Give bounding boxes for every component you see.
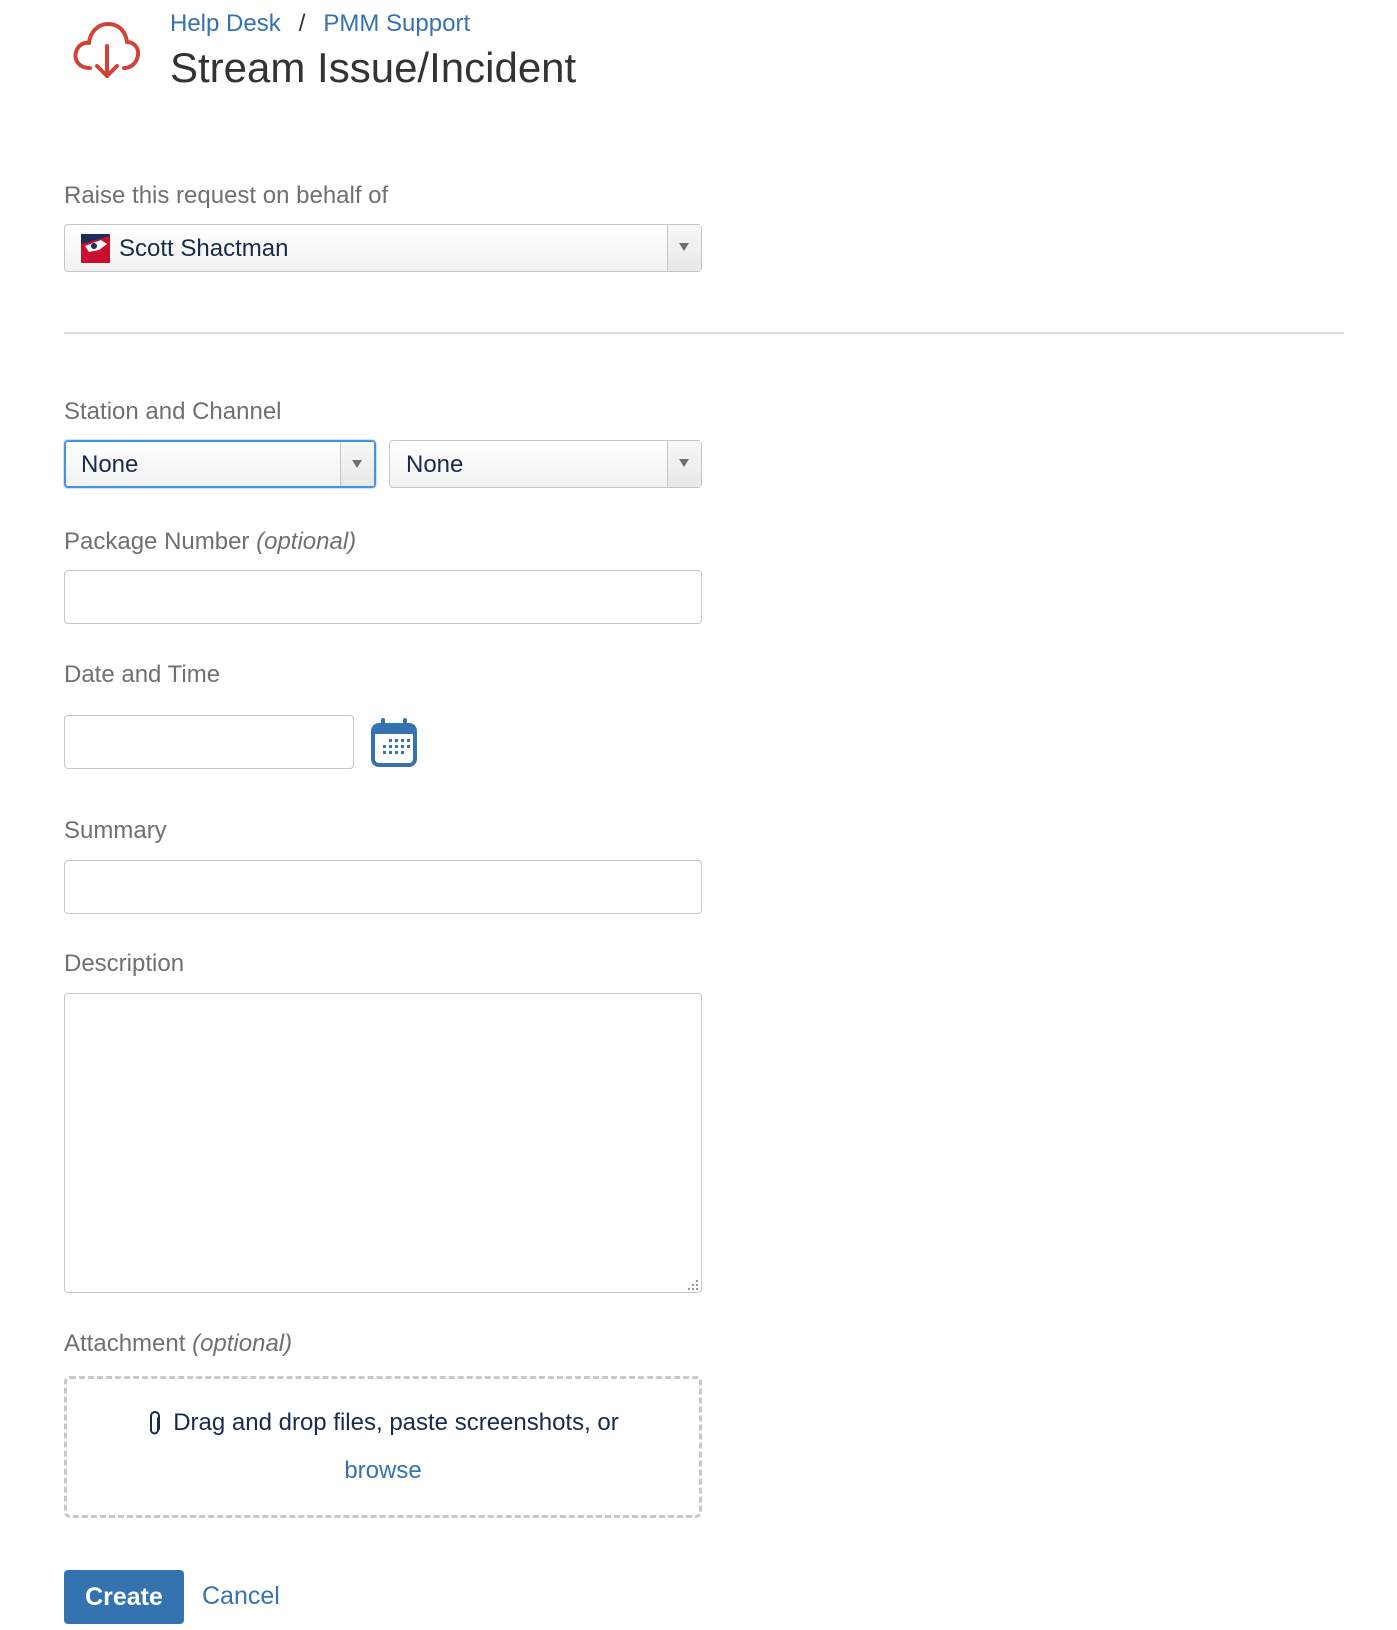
station-value: None <box>81 451 139 478</box>
breadcrumb-separator: / <box>298 10 306 37</box>
page-header: Help Desk / PMM Support Stream Issue/Incid… <box>0 0 1397 120</box>
triangle-down-icon <box>352 460 362 468</box>
summary-input[interactable] <box>64 860 702 914</box>
breadcrumb-pmm-support[interactable]: PMM Support <box>323 10 470 37</box>
date-time-input[interactable] <box>64 715 354 769</box>
dropdown-arrow[interactable] <box>340 442 374 486</box>
calendar-icon[interactable] <box>370 718 418 768</box>
on-behalf-select[interactable]: Scott Shactman <box>64 224 702 272</box>
package-number-label: Package Number (optional) <box>64 528 356 556</box>
on-behalf-value: Scott Shactman <box>119 235 289 262</box>
dropzone-text: Drag and drop files, paste screenshots, … <box>173 1409 619 1436</box>
resize-grip-icon[interactable] <box>684 1276 700 1292</box>
cloud-download-icon <box>73 22 141 78</box>
breadcrumb-help-desk[interactable]: Help Desk <box>170 10 281 37</box>
channel-select[interactable]: None <box>389 440 702 488</box>
create-button[interactable]: Create <box>64 1570 184 1624</box>
attachment-label: Attachment (optional) <box>64 1330 292 1358</box>
paperclip-icon <box>150 1410 161 1435</box>
date-time-label: Date and Time <box>64 661 221 688</box>
section-divider <box>64 332 1344 334</box>
attachment-dropzone[interactable]: Drag and drop files, paste screenshots, … <box>64 1376 702 1518</box>
summary-label: Summary <box>64 817 167 844</box>
station-select[interactable]: None <box>64 440 376 488</box>
optional-tag: (optional) <box>256 528 357 555</box>
dropdown-arrow[interactable] <box>667 441 701 487</box>
description-textarea[interactable] <box>64 993 702 1293</box>
triangle-down-icon <box>679 243 689 251</box>
browse-link[interactable]: browse <box>67 1457 699 1485</box>
package-number-input[interactable] <box>64 570 702 624</box>
package-number-label-text: Package Number <box>64 528 250 555</box>
cancel-link[interactable]: Cancel <box>202 1582 280 1611</box>
triangle-down-icon <box>679 459 689 467</box>
channel-value: None <box>406 451 464 478</box>
dropdown-arrow[interactable] <box>667 225 701 271</box>
dropzone-text-line: Drag and drop files, paste screenshots, … <box>67 1409 699 1437</box>
description-label: Description <box>64 950 185 977</box>
optional-tag: (optional) <box>192 1330 293 1357</box>
page-title: Stream Issue/Incident <box>170 44 577 91</box>
on-behalf-label: Raise this request on behalf of <box>64 182 389 209</box>
attachment-label-text: Attachment <box>64 1330 186 1357</box>
avatar <box>81 234 110 263</box>
station-channel-label: Station and Channel <box>64 398 282 425</box>
breadcrumb: Help Desk / PMM Support <box>170 10 470 38</box>
